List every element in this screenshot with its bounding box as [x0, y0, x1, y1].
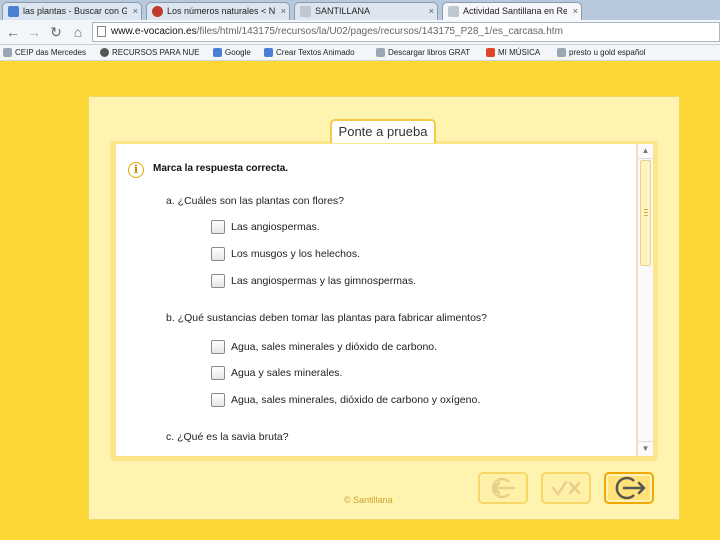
back-arrow-icon — [492, 477, 516, 499]
question-c: c. ¿Qué es la savia bruta? — [166, 431, 289, 443]
page-icon — [97, 26, 106, 37]
home-icon[interactable]: ⌂ — [69, 23, 87, 41]
browser-tab-1[interactable]: las plantas - Buscar con Goog × — [2, 2, 142, 20]
browser-tab-2[interactable]: Los números naturales < NÚM × — [146, 2, 290, 20]
address-host: www.e-vocacion.es — [111, 26, 197, 37]
google-favicon-icon — [8, 6, 19, 17]
bookmark-item[interactable]: Crear Textos Animado — [264, 46, 355, 59]
bookmark-label: MI MÚSICA — [498, 48, 541, 57]
tab-close-icon[interactable]: × — [281, 3, 286, 19]
option-label: Agua y sales minerales. — [231, 367, 343, 379]
bookmark-item[interactable]: Descargar libros GRAT — [376, 46, 470, 59]
option-label: Las angiospermas y las gimnospermas. — [231, 275, 417, 287]
scroll-down-icon[interactable]: ▼ — [638, 441, 653, 456]
wordpress-icon — [100, 48, 109, 57]
browser-tab-label: Actividad Santillana en Red — [463, 6, 567, 16]
question-b: b. ¿Qué sustancias deben tomar las plant… — [166, 312, 488, 324]
bookmark-item[interactable]: RECURSOS PARA NUE — [100, 46, 199, 59]
browser-tabstrip: las plantas - Buscar con Goog × Los núme… — [0, 0, 720, 20]
option-label: Agua, sales minerales y dióxido de carbo… — [231, 341, 438, 353]
page-icon — [557, 48, 566, 57]
bookmark-label: Google — [225, 48, 251, 57]
question-a: a. ¿Cuáles son las plantas con flores? — [166, 195, 345, 207]
back-button[interactable] — [478, 472, 528, 504]
back-arrow-icon[interactable]: ← — [4, 23, 22, 41]
bookmark-label: RECURSOS PARA NUE — [112, 48, 200, 57]
browser-tab-label: las plantas - Buscar con Goog — [23, 6, 127, 16]
option-label: Las angiospermas. — [231, 221, 320, 233]
bookmark-item[interactable]: Google — [213, 46, 251, 59]
reload-icon[interactable]: ↻ — [47, 23, 65, 41]
bookmark-label: CEIP das Mercedes — [15, 48, 86, 57]
instruction-text: Marca la respuesta correcta. — [153, 163, 289, 174]
browser-tab-label: Los números naturales < NÚM — [167, 6, 275, 16]
exit-arrow-icon — [615, 476, 646, 500]
blogger-icon — [486, 48, 495, 57]
page-favicon-icon — [448, 6, 459, 17]
checkbox[interactable] — [211, 274, 225, 288]
browser-tab-label: SANTILLANA — [315, 6, 371, 16]
checkbox[interactable] — [211, 247, 225, 261]
google-icon — [264, 48, 273, 57]
address-path: /files/html/143175/recursos/la/U02/pages… — [196, 26, 563, 37]
checkbox[interactable] — [211, 220, 225, 234]
tab-close-icon[interactable]: × — [429, 3, 434, 19]
bookmark-item[interactable]: CEIP das Mercedes — [3, 46, 86, 59]
bookmark-folder-icon — [3, 48, 12, 57]
checkbox[interactable] — [211, 340, 225, 354]
browser-tab-4[interactable]: Actividad Santillana en Red × — [442, 2, 582, 20]
google-icon — [213, 48, 222, 57]
tab-close-icon[interactable]: × — [573, 3, 578, 19]
page-icon — [376, 48, 385, 57]
tab-ponte-a-prueba[interactable]: Ponte a prueba — [330, 119, 436, 143]
bookmark-label: presto u gold español — [569, 48, 646, 57]
scroll-up-icon[interactable]: ▲ — [638, 144, 653, 159]
activity-content: i Marca la respuesta correcta. a. ¿Cuále… — [116, 144, 636, 456]
option-label: Los musgos y los helechos. — [231, 248, 360, 260]
check-answers-button[interactable] — [541, 472, 591, 504]
page-favicon-icon — [300, 6, 311, 17]
site-favicon-icon — [152, 6, 163, 17]
forward-arrow-icon[interactable]: → — [25, 23, 43, 41]
bookmark-item[interactable]: presto u gold español — [557, 46, 646, 59]
checkbox[interactable] — [211, 366, 225, 380]
browser-toolbar: ← → ↻ ⌂ www.e-vocacion.es/files/html/143… — [0, 20, 720, 45]
bookmark-label: Descargar libros GRAT — [388, 48, 471, 57]
exit-button[interactable] — [604, 472, 654, 504]
bookmarks-bar: CEIP das Mercedes RECURSOS PARA NUE Goog… — [0, 45, 720, 61]
tab-close-icon[interactable]: × — [133, 3, 138, 19]
info-icon: i — [128, 162, 144, 178]
copyright-text: © Santillana — [344, 495, 393, 505]
check-cross-icon — [551, 480, 581, 497]
checkbox[interactable] — [211, 393, 225, 407]
scroll-thumb[interactable] — [640, 160, 651, 266]
scrollbar[interactable]: ▲ ▼ — [637, 144, 653, 456]
bookmark-label: Crear Textos Animado — [276, 48, 355, 57]
option-label: Agua, sales minerales, dióxido de carbon… — [231, 394, 481, 406]
bookmark-item[interactable]: MI MÚSICA — [486, 46, 540, 59]
address-bar[interactable]: www.e-vocacion.es/files/html/143175/recu… — [92, 22, 720, 42]
browser-tab-3[interactable]: SANTILLANA × — [294, 2, 438, 20]
